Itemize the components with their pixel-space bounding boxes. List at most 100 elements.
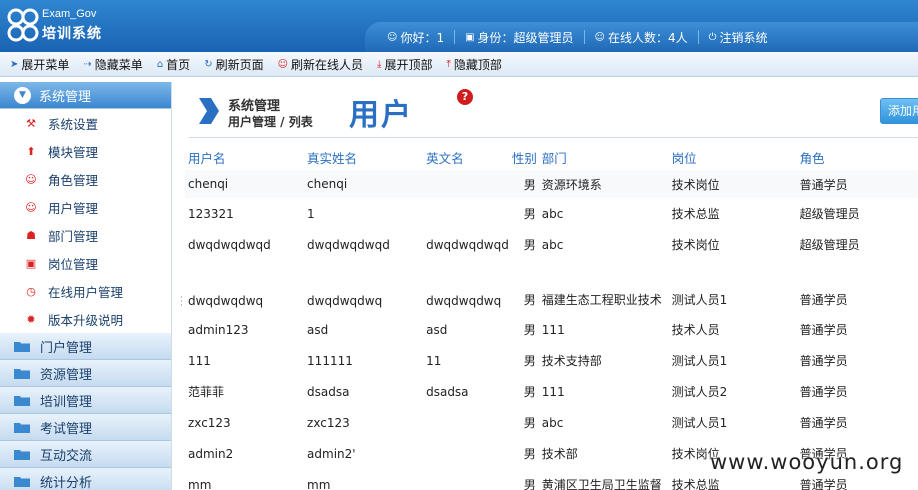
cell-position: 技术总监 <box>671 207 720 221</box>
sidebar-item-modules[interactable]: ⬆ 模块管理 <box>0 137 171 165</box>
hide-menu-button[interactable]: ⇢ 隐藏菜单 <box>83 56 142 73</box>
column-header-position[interactable]: 岗位 <box>669 144 797 170</box>
table-row[interactable]: dwqdwqdwq dwqdwqdwq dwqdwqdwq 男福建生态工程职业技术 测试… <box>185 260 918 314</box>
cell-username: chenqi <box>188 177 229 191</box>
identity: ▣ 身份：超级管理员 <box>465 30 574 45</box>
cell-gender: 男 <box>523 177 536 192</box>
cell-gender: 男 <box>523 478 536 490</box>
logout-link[interactable]: ⏻ 注销系统 <box>709 29 768 46</box>
arrow-icon: ⇢ <box>83 58 92 70</box>
splitter-handle[interactable]: · · · <box>180 294 183 311</box>
table-row[interactable]: admin123 asd asd 男 111 技术人员 普通学员 <box>185 314 918 345</box>
divider <box>697 30 699 44</box>
gear-icon: ✹ <box>26 312 36 326</box>
sidebar-item-departments[interactable]: ☗ 部门管理 <box>0 221 171 249</box>
online-count: ☺ 在线人数：4人 <box>594 30 688 45</box>
greeting: ☺ 你好：1 <box>387 30 445 45</box>
column-header-gender[interactable]: 性别 <box>509 144 539 170</box>
sidebar-group-interaction[interactable]: 互动交流 <box>0 441 171 468</box>
sidebar-group-training[interactable]: 培训管理 <box>0 387 171 414</box>
cell-gender: 男 <box>523 323 536 337</box>
cell-role: 超级管理员 <box>799 238 860 252</box>
add-user-button[interactable]: 添加用户 <box>880 98 918 124</box>
cell-realname: dwqdwqdwq <box>307 294 383 308</box>
main-content: 系统管理 用户管理 / 列表 用户 ? 添加用户 用户名 真实姓名 英文名 性别… <box>185 82 918 490</box>
cell-username: dwqdwqdwqd <box>188 237 271 252</box>
column-header-realname[interactable]: 真实姓名 <box>304 144 423 170</box>
sidebar-group-system[interactable]: ▼ 系统管理 <box>0 82 171 109</box>
chevron-right-icon <box>199 98 219 124</box>
help-icon[interactable]: ? <box>457 89 473 105</box>
cell-english-name <box>423 438 509 469</box>
cell-position: 测试人员1 <box>671 293 728 307</box>
cell-department: abc <box>541 415 564 430</box>
cell-gender: 男 <box>523 238 536 252</box>
cell-realname: 1 <box>307 206 315 221</box>
user-icon: ☺ <box>277 58 289 70</box>
divider <box>454 30 456 44</box>
cell-department: 111 <box>541 384 565 399</box>
cell-english-name: 11 <box>426 353 442 368</box>
id-card-icon: ▣ <box>465 31 475 43</box>
cell-username: mm <box>188 477 212 490</box>
expand-top-button[interactable]: ⤓ 展开顶部 <box>377 56 432 73</box>
table-row[interactable]: zxc123 zxc123 男 abc 测试人员1 普通学员 <box>185 407 918 438</box>
cell-english-name <box>423 198 509 229</box>
watermark: www.wooyun.org <box>710 450 904 474</box>
column-header-username[interactable]: 用户名 <box>185 144 304 170</box>
cell-english-name: dwqdwqdwqd <box>426 237 509 252</box>
cell-department: 福建生态工程职业技术 <box>541 293 662 307</box>
cell-department: abc <box>541 206 564 221</box>
logo-text-cn: 培训系统 <box>42 26 102 42</box>
sidebar-item-roles[interactable]: ☺ 角色管理 <box>0 165 171 193</box>
sidebar-group-exams[interactable]: 考试管理 <box>0 414 171 441</box>
sidebar-item-users[interactable]: ☺ 用户管理 <box>0 193 171 221</box>
hide-top-button[interactable]: ⤒ 隐藏顶部 <box>446 56 501 73</box>
table-row[interactable]: chenqi chenqi 男资源环境系 技术岗位 普通学员 <box>185 170 918 198</box>
cell-username: 范菲菲 <box>188 385 225 399</box>
table-header-row: 用户名 真实姓名 英文名 性别 部门 岗位 角色 <box>185 144 918 170</box>
column-header-role[interactable]: 角色 <box>797 144 918 170</box>
refresh-page-button[interactable]: ↻ 刷新页面 <box>204 56 263 73</box>
sidebar-item-version-notes[interactable]: ✹ 版本升级说明 <box>0 305 171 333</box>
sidebar-group-statistics[interactable]: 统计分析 <box>0 468 171 490</box>
app-header: Exam_Gov 培训系统 ☺ 你好：1 ▣ 身份：超级管理员 ☺ 在线人数：4人 ⏻… <box>0 0 918 52</box>
cell-gender: 男 <box>523 385 536 399</box>
cell-role: 普通学员 <box>799 177 848 192</box>
table-row[interactable]: 111 111111 11 男技术支持部 测试人员1 普通学员 <box>185 345 918 376</box>
cell-realname: dwqdwqdwqd <box>307 237 390 252</box>
folder-icon <box>14 477 30 487</box>
home-button[interactable]: ⌂ 首页 <box>157 56 190 73</box>
user-table: 用户名 真实姓名 英文名 性别 部门 岗位 角色 chenqi chenqi 男资源… <box>185 144 918 490</box>
folder-icon <box>14 396 30 406</box>
cell-english-name: dsadsa <box>426 384 469 399</box>
cell-role: 普通学员 <box>799 293 848 307</box>
user-info-bar: ☺ 你好：1 ▣ 身份：超级管理员 ☺ 在线人数：4人 ⏻ 注销系统 <box>365 22 918 52</box>
table-row[interactable]: dwqdwqdwqd dwqdwqdwqd dwqdwqdwqd 男 abc 技术岗位 超级… <box>185 229 918 260</box>
column-header-department[interactable]: 部门 <box>539 144 669 170</box>
table-row[interactable]: 123321 1 男 abc 技术总监 超级管理员 <box>185 198 918 229</box>
divider <box>189 137 918 138</box>
sidebar-item-positions[interactable]: ▣ 岗位管理 <box>0 249 171 277</box>
refresh-online-button[interactable]: ☺ 刷新在线人员 <box>278 56 363 73</box>
breadcrumb: 用户管理 / 列表 <box>228 115 313 129</box>
expand-menu-button[interactable]: ➤ 展开菜单 <box>10 56 69 73</box>
cell-gender: 男 <box>523 207 536 221</box>
refresh-icon: ↻ <box>204 58 213 70</box>
sidebar-group-portal[interactable]: 门户管理 <box>0 333 171 360</box>
cell-department: 资源环境系 <box>541 177 602 192</box>
user-icon: ☺ <box>594 31 605 43</box>
cell-position: 测试人员1 <box>671 354 728 368</box>
folder-icon <box>14 342 30 352</box>
logo-text-en: Exam_Gov <box>42 8 97 20</box>
table-row[interactable]: 范菲菲 dsadsa dsadsa 男 111 测试人员2 普通学员 <box>185 376 918 407</box>
cell-realname: asd <box>307 322 329 337</box>
cell-gender: 男 <box>523 293 536 307</box>
breadcrumb-section: 系统管理 <box>228 99 281 114</box>
cell-department: abc <box>541 237 564 252</box>
sidebar-item-system-settings[interactable]: ⚒ 系统设置 <box>0 109 171 137</box>
column-header-english-name[interactable]: 英文名 <box>423 144 509 170</box>
sidebar-group-resources[interactable]: 资源管理 <box>0 360 171 387</box>
cell-username: dwqdwqdwq <box>188 294 264 308</box>
sidebar-item-online-users[interactable]: ◷ 在线用户管理 <box>0 277 171 305</box>
